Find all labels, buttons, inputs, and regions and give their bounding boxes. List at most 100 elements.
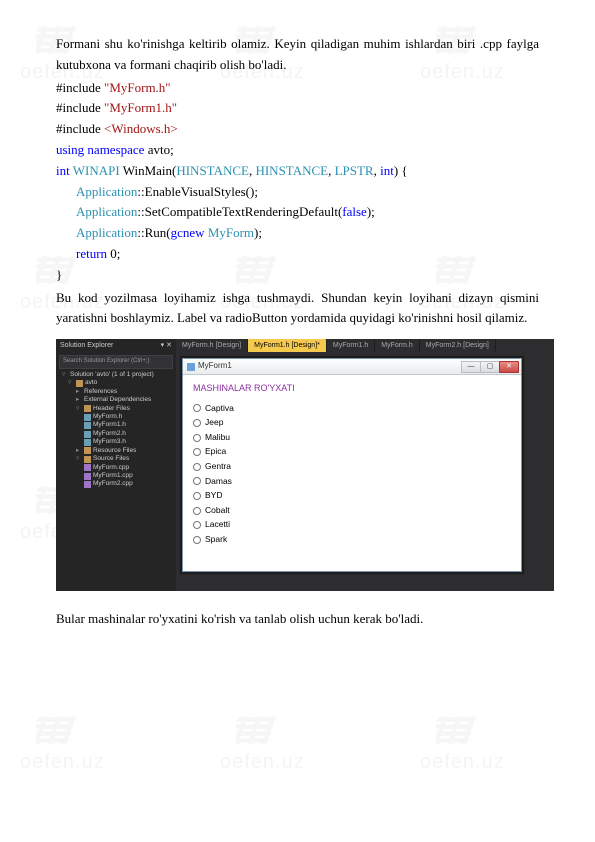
file-icon [84, 464, 91, 471]
solution-explorer-header: Solution Explorer ▾ ✕ [56, 339, 176, 352]
tree-label: External Dependencies [84, 396, 151, 404]
radio-option[interactable]: Malibu [193, 431, 511, 445]
radio-option[interactable]: BYD [193, 489, 511, 503]
window-titlebar: MyForm1 — ▢ ✕ [183, 359, 521, 375]
radio-option[interactable]: Damas [193, 475, 511, 489]
editor-tabs: MyForm.h [Design] MyForm1.h [Design]* My… [176, 339, 554, 352]
radio-icon [193, 521, 201, 529]
watermark-text: oefen.uz [20, 746, 105, 778]
radio-label: Damas [205, 475, 232, 489]
tab-myform1-h[interactable]: MyForm1.h [327, 339, 375, 352]
code-class: Application [76, 225, 137, 240]
code-class: MyForm [208, 225, 254, 240]
watermark-text: oefen.uz [220, 746, 305, 778]
radio-icon [193, 492, 201, 500]
radio-option[interactable]: Epica [193, 445, 511, 459]
tree-label: MyForm3.h [93, 438, 126, 446]
radio-icon [193, 419, 201, 427]
pin-icon[interactable]: ▾ ✕ [161, 340, 172, 351]
radio-option[interactable]: Cobalt [193, 504, 511, 518]
minimize-button[interactable]: — [461, 361, 481, 373]
paragraph-middle: Bu kod yozilmasa loyihamiz ishga tushmay… [56, 288, 539, 330]
close-button[interactable]: ✕ [499, 361, 519, 373]
tab-myform2-design[interactable]: MyForm2.h [Design] [420, 339, 496, 352]
search-placeholder: Search Solution Explorer (Ctrl+;) [63, 358, 150, 364]
code-punct: :: [137, 184, 144, 199]
radio-icon [193, 404, 201, 412]
radio-label: Captiva [205, 402, 234, 416]
code-include-path: <Windows.h> [104, 121, 178, 136]
solution-search-input[interactable]: Search Solution Explorer (Ctrl+;) [59, 355, 173, 369]
radio-option[interactable]: Jeep [193, 416, 511, 430]
file-icon [84, 414, 91, 421]
paragraph-intro: Formani shu ko'rinishga keltirib olamiz.… [56, 34, 539, 76]
solution-explorer-label: Solution Explorer [60, 340, 113, 351]
tab-label: MyForm1.h [Design]* [254, 340, 320, 351]
tree-label: MyForm.cpp [93, 464, 129, 472]
form-designer: MyForm1 — ▢ ✕ MASHINALAR RO'YXATI [176, 352, 554, 591]
tree-file-h[interactable]: MyForm2.h [58, 430, 174, 438]
tree-label: MyForm1.cpp [93, 472, 133, 480]
radio-icon [193, 477, 201, 485]
code-type: LPSTR [335, 163, 374, 178]
tree-file-cpp[interactable]: MyForm2.cpp [58, 480, 174, 488]
radio-option[interactable]: Lacetti [193, 518, 511, 532]
tree-label: MyForm.h [93, 413, 122, 421]
tree-solution[interactable]: ▿Solution 'avto' (1 of 1 project) [58, 371, 174, 379]
tab-myform-h[interactable]: MyForm.h [375, 339, 420, 352]
code-punct: :: [137, 225, 144, 240]
tree-external-deps[interactable]: ▸External Dependencies [58, 396, 174, 404]
tab-myform-design[interactable]: MyForm.h [Design] [176, 339, 248, 352]
code-punct: ); [254, 225, 262, 240]
radio-label: Epica [205, 445, 226, 459]
code-type: HINSTANCE [255, 163, 328, 178]
code-include-path: "MyForm1.h" [104, 100, 177, 115]
code-keyword: return [76, 246, 107, 261]
code-keyword: gcnew [171, 225, 205, 240]
tree-file-h[interactable]: MyForm.h [58, 413, 174, 421]
tree-project[interactable]: ▿avto [58, 379, 174, 387]
code-winapi: WINAPI [73, 163, 120, 178]
tree-label: Source Files [93, 455, 129, 463]
code-class: Application [76, 184, 137, 199]
tree-label: References [84, 388, 117, 396]
radio-label: Spark [205, 533, 227, 547]
tree-file-cpp[interactable]: MyForm1.cpp [58, 472, 174, 480]
radio-label: Gentra [205, 460, 231, 474]
code-call: EnableVisualStyles(); [145, 184, 258, 199]
code-block: #include "MyForm.h" #include "MyForm1.h"… [56, 78, 539, 286]
tree-resource-files[interactable]: ▸Resource Files [58, 447, 174, 455]
radio-label: Cobalt [205, 504, 230, 518]
tree-label: MyForm2.cpp [93, 480, 133, 488]
tree-label: MyForm2.h [93, 430, 126, 438]
paragraph-bottom: Bular mashinalar ro'yxatini ko'rish va t… [56, 609, 539, 630]
radio-option[interactable]: Spark [193, 533, 511, 547]
tree-label: Header Files [93, 405, 130, 413]
radio-icon [193, 507, 201, 515]
radio-label: BYD [205, 489, 222, 503]
tree-file-h[interactable]: MyForm1.h [58, 421, 174, 429]
code-return-type: int [56, 163, 73, 178]
tree-file-cpp[interactable]: MyForm.cpp [58, 464, 174, 472]
tree-file-h[interactable]: MyForm3.h [58, 438, 174, 446]
folder-icon [84, 456, 91, 463]
radio-label: Jeep [205, 416, 223, 430]
folder-icon [84, 447, 91, 454]
tree-source-files[interactable]: ▿Source Files [58, 455, 174, 463]
maximize-button[interactable]: ▢ [480, 361, 500, 373]
code-fn-name: WinMain( [120, 163, 177, 178]
code-type: HINSTANCE [176, 163, 249, 178]
code-punct: ); [367, 204, 375, 219]
radio-option[interactable]: Captiva [193, 402, 511, 416]
file-icon [84, 473, 91, 480]
tree-header-files[interactable]: ▿Header Files [58, 405, 174, 413]
tree-references[interactable]: ▸References [58, 388, 174, 396]
project-icon [76, 380, 83, 387]
form-heading-label: MASHINALAR RO'YXATI [193, 381, 511, 395]
winform-window: MyForm1 — ▢ ✕ MASHINALAR RO'YXATI [182, 358, 522, 572]
tree-label: MyForm1.h [93, 421, 126, 429]
code-punct: :: [137, 204, 144, 219]
radio-option[interactable]: Gentra [193, 460, 511, 474]
file-icon [84, 431, 91, 438]
tab-myform1-design[interactable]: MyForm1.h [Design]* [248, 339, 327, 352]
